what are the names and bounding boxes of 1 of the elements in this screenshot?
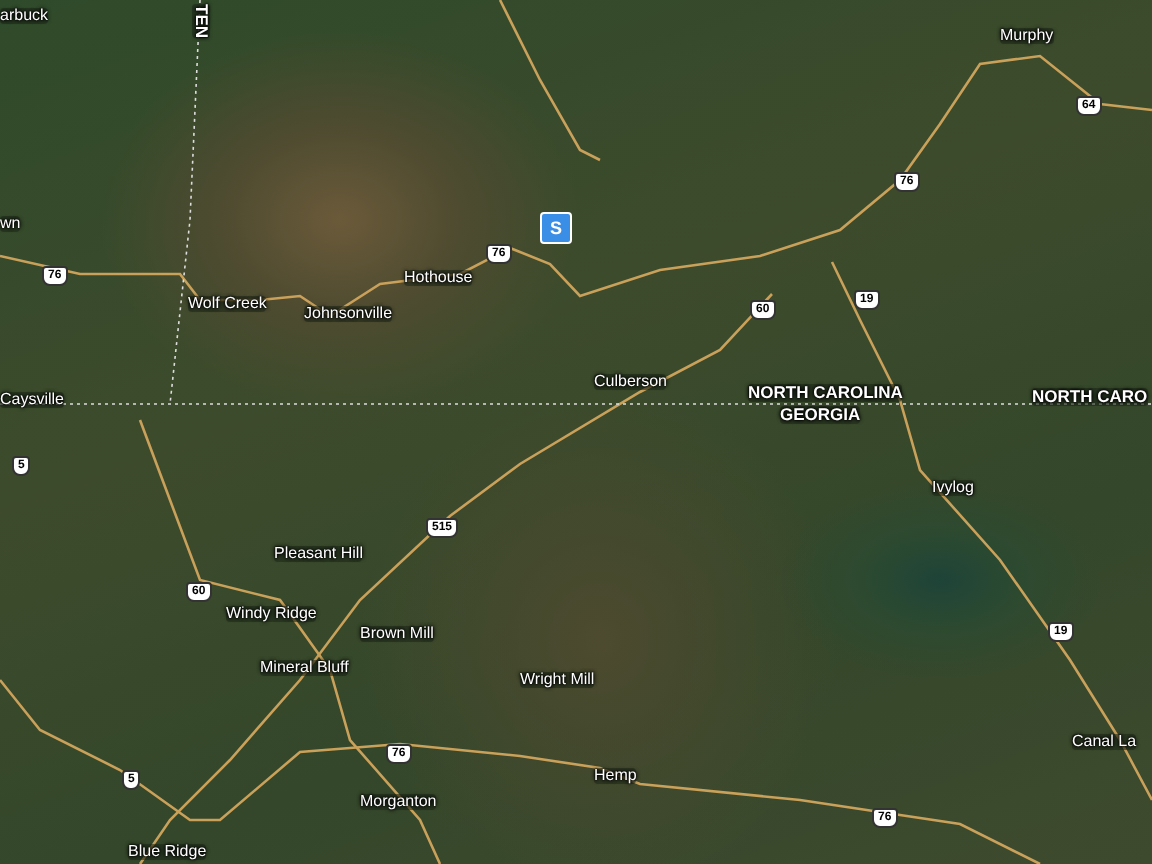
map-marker[interactable]: S: [540, 212, 572, 244]
